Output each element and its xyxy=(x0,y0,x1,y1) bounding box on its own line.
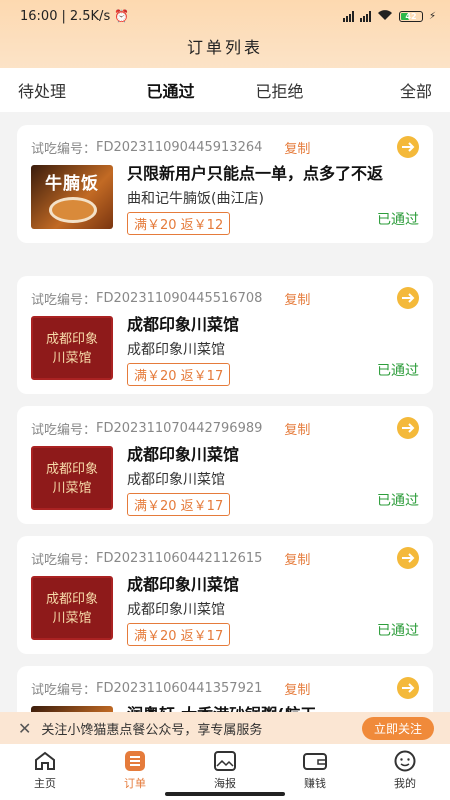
arrow-right-icon[interactable] xyxy=(397,547,419,569)
wallet-icon xyxy=(303,749,327,773)
order-id: FD20231107044279​6989 xyxy=(96,420,263,436)
home-icon xyxy=(33,749,57,773)
follow-banner: ✕ 关注小馋猫惠点餐公众号，享专属服务 立即关注 xyxy=(0,712,450,744)
network-speed: 2.5K/s xyxy=(69,8,111,24)
promo-badge: 满￥20 返￥17 xyxy=(127,493,231,516)
nav-label: 我的 xyxy=(394,777,416,790)
status-badge: 已通过 xyxy=(377,623,419,639)
follow-button[interactable]: 立即关注 xyxy=(361,716,434,740)
nav-home[interactable]: 主页 xyxy=(0,744,90,800)
nav-label: 主页 xyxy=(34,777,56,790)
battery-icon: 42 xyxy=(398,10,423,22)
shop-name: 成都印象川菜馆 xyxy=(127,602,225,618)
copy-button[interactable]: 复制 xyxy=(284,549,310,568)
order-card[interactable]: 试吃编号： FD20231107044279​6989 复制 成都印象 川菜馆 … xyxy=(17,406,433,524)
thumbnail-text: 成都印象 川菜馆 xyxy=(45,592,98,626)
signal-icon xyxy=(342,10,354,22)
promo-badge: 满￥20 返￥17 xyxy=(127,623,231,646)
banner-text: 关注小馋猫惠点餐公众号，享专属服务 xyxy=(41,722,263,738)
arrow-right-icon[interactable] xyxy=(397,136,419,158)
order-card[interactable]: 试吃编号： FD20231106044211​2615 复制 成都印象 川菜馆 … xyxy=(17,536,433,654)
tab-pending[interactable]: 待处理 xyxy=(0,78,116,102)
dish-name: 只限新用户只能点一单，点多了不返 xyxy=(127,164,384,183)
restaurant-thumbnail: 成都印象 川菜馆 xyxy=(31,446,113,510)
order-card[interactable]: 试吃编号： FD20231109044551​6708 复制 成都印象 川菜馆 … xyxy=(17,276,433,394)
status-bar: 16:00 | 2.5K/s ⏰ 42 ⚡ xyxy=(20,8,436,24)
order-id-label: 试吃编号： xyxy=(31,422,97,438)
order-id: FD20231109044551​6708 xyxy=(96,290,263,306)
restaurant-thumbnail: 成都印象 川菜馆 xyxy=(31,576,113,640)
alarm-icon: ⏰ xyxy=(114,9,130,23)
promo-badge: 满￥20 返￥12 xyxy=(127,212,231,235)
promo-badge: 满￥20 返￥17 xyxy=(127,363,231,386)
nav-label: 订单 xyxy=(124,777,146,790)
copy-button[interactable]: 复制 xyxy=(284,419,310,438)
profile-icon xyxy=(393,749,417,773)
thumbnail-text: 牛腩饭 xyxy=(45,174,99,194)
nav-label: 海报 xyxy=(214,777,236,790)
shop-name: 成都印象川菜馆 xyxy=(127,472,225,488)
order-id: FD20231106044211​2615 xyxy=(96,550,263,566)
dish-name: 成都印象川菜馆 xyxy=(127,315,240,334)
battery-level: 42 xyxy=(405,11,417,21)
status-badge: 已通过 xyxy=(377,493,419,509)
page-title: 订单列表 xyxy=(186,38,263,57)
tab-rejected[interactable]: 已拒绝 xyxy=(225,78,334,102)
signal-icon xyxy=(359,10,371,22)
dish-name: 润粤轩·大香港砂锅粥(航天 xyxy=(127,704,419,712)
order-card[interactable]: 试吃编号： FD20231106044135​7921 复制 润粤轩·大香港砂锅… xyxy=(17,666,433,712)
status-badge: 已通过 xyxy=(377,363,419,379)
copy-button[interactable]: 复制 xyxy=(284,679,310,698)
restaurant-thumbnail: 成都印象 川菜馆 xyxy=(31,316,113,380)
wifi-icon xyxy=(377,9,393,24)
thumbnail-text: 成都印象 川菜馆 xyxy=(45,462,98,496)
thumbnail-text: 成都印象 川菜馆 xyxy=(45,332,98,366)
dish-name: 成都印象川菜馆 xyxy=(127,575,240,594)
charging-icon: ⚡ xyxy=(428,10,436,22)
nav-profile[interactable]: 我的 xyxy=(360,744,450,800)
order-list-icon xyxy=(123,749,147,773)
copy-button[interactable]: 复制 xyxy=(284,138,310,157)
order-id: FD20231109044591​3264 xyxy=(96,139,263,155)
order-id-label: 试吃编号： xyxy=(31,552,97,568)
tab-approved[interactable]: 已通过 xyxy=(116,78,225,102)
home-indicator xyxy=(165,792,285,796)
order-id: FD20231106044135​7921 xyxy=(96,680,263,696)
shop-name: 成都印象川菜馆 xyxy=(127,342,225,358)
order-id-label: 试吃编号： xyxy=(31,682,97,698)
status-time: 16:00 xyxy=(20,8,58,24)
close-icon[interactable]: ✕ xyxy=(18,719,31,738)
order-id-label: 试吃编号： xyxy=(31,292,97,308)
order-id-label: 试吃编号： xyxy=(31,141,97,157)
order-card[interactable]: 试吃编号： FD20231109044591​3264 复制 牛腩饭 只限新用户… xyxy=(17,125,433,243)
tab-bar: 待处理 已通过 已拒绝 全部 xyxy=(0,68,450,112)
status-badge: 已通过 xyxy=(377,212,419,228)
shop-name: 曲和记牛腩饭(曲江店) xyxy=(127,191,264,207)
tab-all[interactable]: 全部 xyxy=(334,78,450,102)
dish-name: 成都印象川菜馆 xyxy=(127,445,240,464)
nav-label: 赚钱 xyxy=(304,777,326,790)
poster-icon xyxy=(213,749,237,773)
arrow-right-icon[interactable] xyxy=(397,287,419,309)
copy-button[interactable]: 复制 xyxy=(284,289,310,308)
restaurant-thumbnail: 牛腩饭 xyxy=(31,165,113,229)
arrow-right-icon[interactable] xyxy=(397,677,419,699)
arrow-right-icon[interactable] xyxy=(397,417,419,439)
order-list: 试吃编号： FD20231109044591​3264 复制 牛腩饭 只限新用户… xyxy=(0,112,450,712)
